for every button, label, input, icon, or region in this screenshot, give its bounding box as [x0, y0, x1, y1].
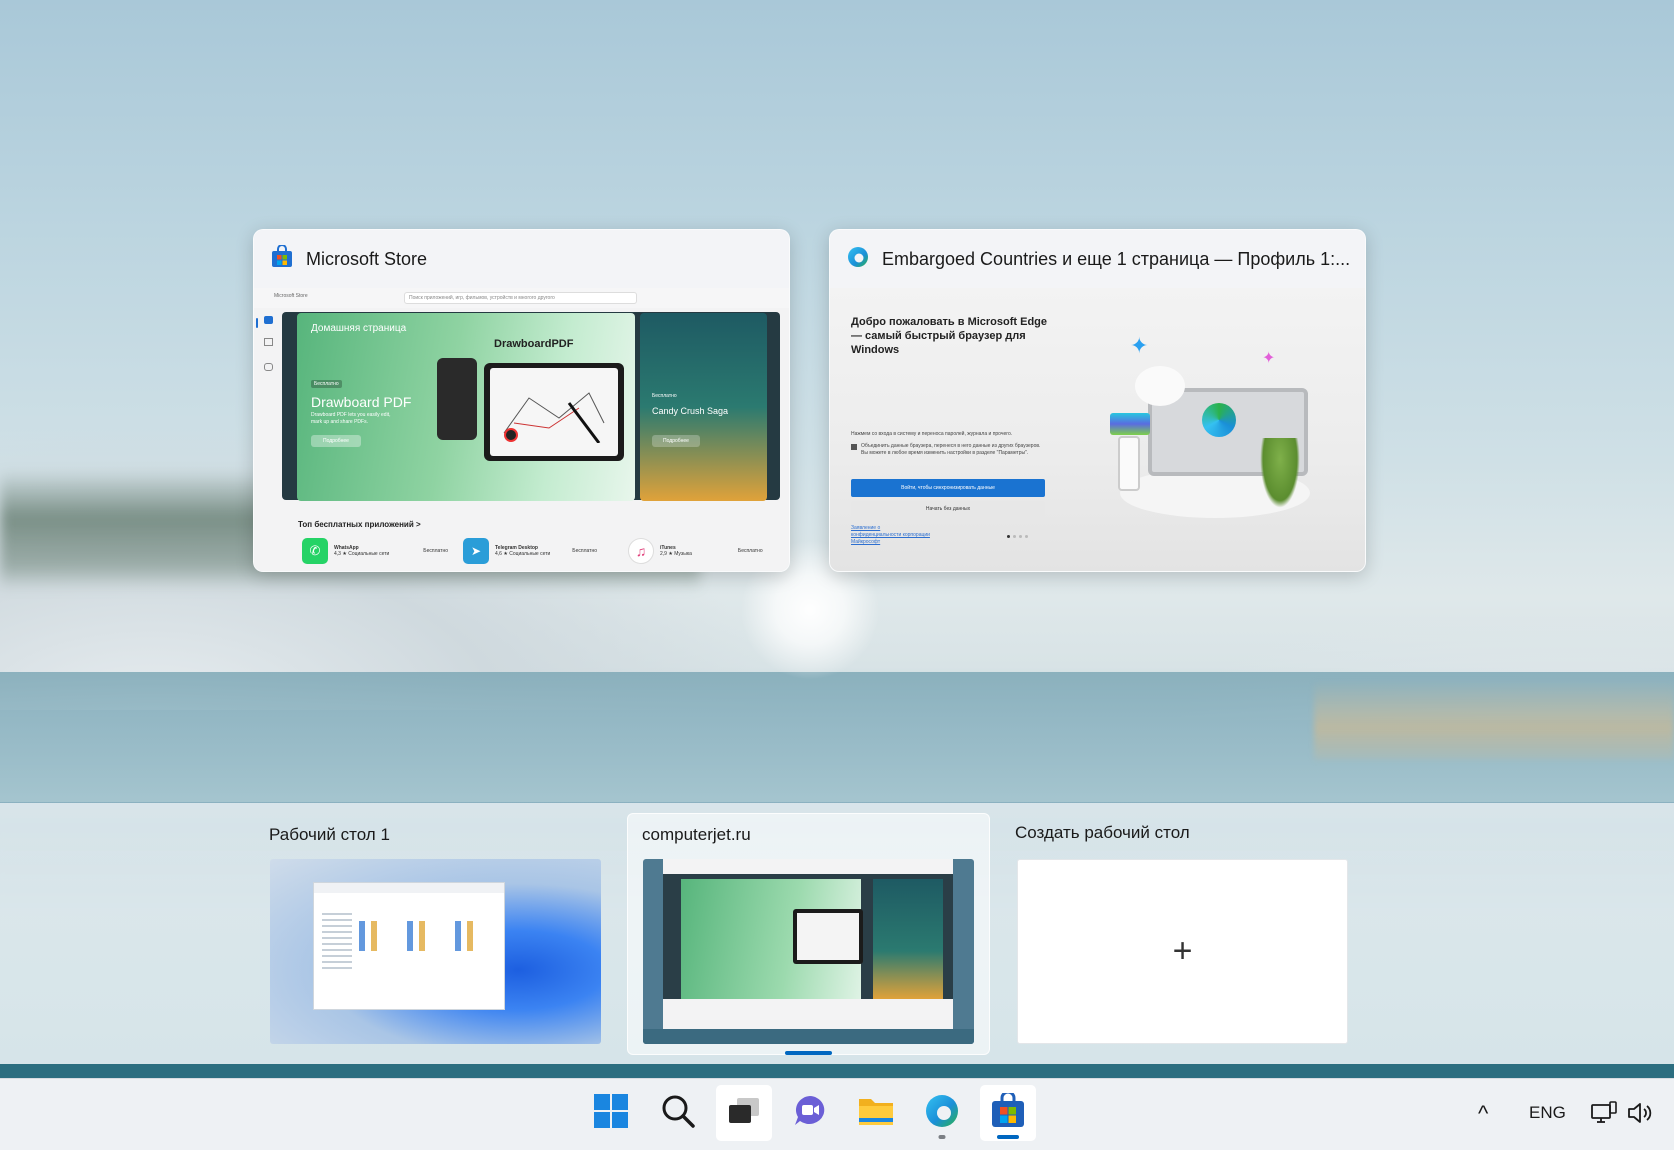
store-hero-title: Домашняя страница [311, 323, 407, 334]
new-desktop-button[interactable]: + [1017, 859, 1348, 1044]
desktop-2-label[interactable]: computerjet.ru [642, 825, 751, 845]
file-explorer-button[interactable] [848, 1085, 904, 1141]
volume-icon[interactable] [1626, 1100, 1654, 1131]
edge-icon [923, 1092, 961, 1135]
pagination-dots [1007, 535, 1028, 538]
store-hero-button: Подробнее [311, 435, 361, 447]
phone-image [437, 358, 477, 440]
sparkle-icon: ✦ [1130, 333, 1149, 358]
store-hero-app: Drawboard PDF [311, 394, 412, 410]
candy-crush-button: Подробнее [652, 435, 700, 447]
taskbar: ^ ENG [0, 1078, 1674, 1150]
candy-crush-badge: Бесплатно [652, 393, 677, 399]
store-hero-badge: Бесплатно [311, 380, 342, 388]
desktop-2-thumbnail[interactable] [643, 859, 974, 1044]
store-search-input: Поиск приложений, игр, фильмов, устройст… [404, 292, 637, 304]
sketch-drawing [503, 392, 605, 443]
illustration-phone [1118, 436, 1140, 491]
store-app-price: Бесплатно [572, 548, 597, 554]
start-icon [593, 1093, 629, 1134]
store-title: Microsoft Store [274, 293, 308, 299]
search-icon [660, 1093, 696, 1134]
desktop-1-label[interactable]: Рабочий стол 1 [269, 825, 390, 845]
language-indicator[interactable]: ENG [1529, 1103, 1566, 1123]
illustration-plant [1260, 438, 1300, 508]
edge-welcome-text: Нажмем со входа в систему и переноса пар… [851, 431, 1013, 437]
window-thumbnail[interactable]: Добро пожаловать в Microsoft Edge — самы… [830, 288, 1365, 571]
network-icon[interactable] [1590, 1100, 1618, 1131]
apps-icon [264, 338, 273, 346]
drawboard-logo: DrawboardPDF [494, 338, 574, 350]
store-app-meta: 2,9 ★ Музыка [660, 551, 692, 557]
store-app-meta: 4,3 ★ Социальные сети [334, 551, 390, 557]
chevron-up-icon[interactable]: ^ [1478, 1101, 1488, 1127]
store-titlebar: Microsoft Store Поиск приложений, игр, ф… [254, 288, 789, 308]
store-app-item: ✆ WhatsApp 4,3 ★ Социальные сети Бесплат… [302, 536, 448, 566]
microsoft-store-taskbar-button[interactable] [980, 1085, 1036, 1141]
window-card-header: Microsoft Store [254, 230, 789, 288]
window-card-title: Embargoed Countries и еще 1 страница — П… [882, 248, 1351, 269]
store-app-price: Бесплатно [423, 548, 448, 554]
task-view-button[interactable] [716, 1085, 772, 1141]
store-app-price: Бесплатно [737, 548, 763, 554]
itunes-icon: ♫ [628, 538, 654, 564]
whatsapp-icon: ✆ [302, 538, 328, 564]
store-sidebar [254, 308, 282, 571]
window-thumbnail[interactable]: Microsoft Store Поиск приложений, игр, ф… [254, 288, 789, 571]
microsoft-store-icon [270, 243, 294, 274]
microsoft-store-icon [990, 1090, 1026, 1134]
window-card-title: Microsoft Store [306, 248, 428, 269]
search-button[interactable] [650, 1085, 706, 1141]
candy-crush-title: Candy Crush Saga [652, 406, 729, 416]
desktop-1-thumbnail[interactable] [270, 859, 601, 1044]
file-explorer-window-preview [313, 882, 505, 1010]
store-app-item: ➤ Telegram Desktop 4,6 ★ Социальные сети… [463, 536, 597, 566]
chat-button[interactable] [782, 1085, 838, 1141]
edge-privacy-link: Заявление о конфиденциальности корпораци… [851, 525, 930, 545]
illustration-books [1110, 413, 1150, 435]
new-desktop-label[interactable]: Создать рабочий стол [1015, 823, 1190, 843]
edge-start-without-data-button: Начать без данных [851, 501, 1045, 517]
edge-sync-button: Войти, чтобы синхронизировать данные [851, 479, 1045, 497]
window-card-microsoft-store[interactable]: Microsoft Store Microsoft Store Поиск пр… [253, 229, 790, 572]
store-app-item: ♫ iTunes 2,9 ★ Музыка Бесплатно [628, 536, 763, 566]
chat-icon [792, 1093, 828, 1134]
plus-icon: + [1172, 932, 1193, 970]
active-indicator [997, 1135, 1019, 1139]
edge-welcome-heading: Добро пожаловать в Microsoft Edge — самы… [851, 316, 1048, 356]
start-button[interactable] [583, 1085, 639, 1141]
games-icon [264, 363, 273, 371]
illustration-edge-logo [1202, 403, 1236, 437]
telegram-icon: ➤ [463, 538, 489, 564]
wallpaper-grass [1314, 680, 1674, 760]
edge-taskbar-button[interactable] [914, 1085, 970, 1141]
home-icon [264, 316, 273, 324]
store-section-title: Топ бесплатных приложений > [298, 520, 421, 529]
file-explorer-icon [857, 1094, 895, 1133]
illustration-cloud [1135, 366, 1185, 406]
running-indicator [938, 1135, 946, 1139]
task-view-icon [727, 1096, 761, 1131]
store-hero-desc: Drawboard PDF lets you easily edit, mark… [311, 412, 391, 425]
sparkle-icon: ✦ [1262, 350, 1276, 367]
edge-icon [846, 245, 870, 274]
window-card-header: Embargoed Countries и еще 1 страница — П… [830, 230, 1365, 288]
store-app-meta: 4,6 ★ Социальные сети [495, 551, 551, 557]
window-card-edge[interactable]: Embargoed Countries и еще 1 страница — П… [829, 229, 1366, 572]
active-desktop-indicator [785, 1051, 832, 1055]
wallpaper-strip [0, 1064, 1674, 1078]
edge-import-checkbox: Объединить данные браузера, перенеся в н… [851, 443, 1046, 457]
